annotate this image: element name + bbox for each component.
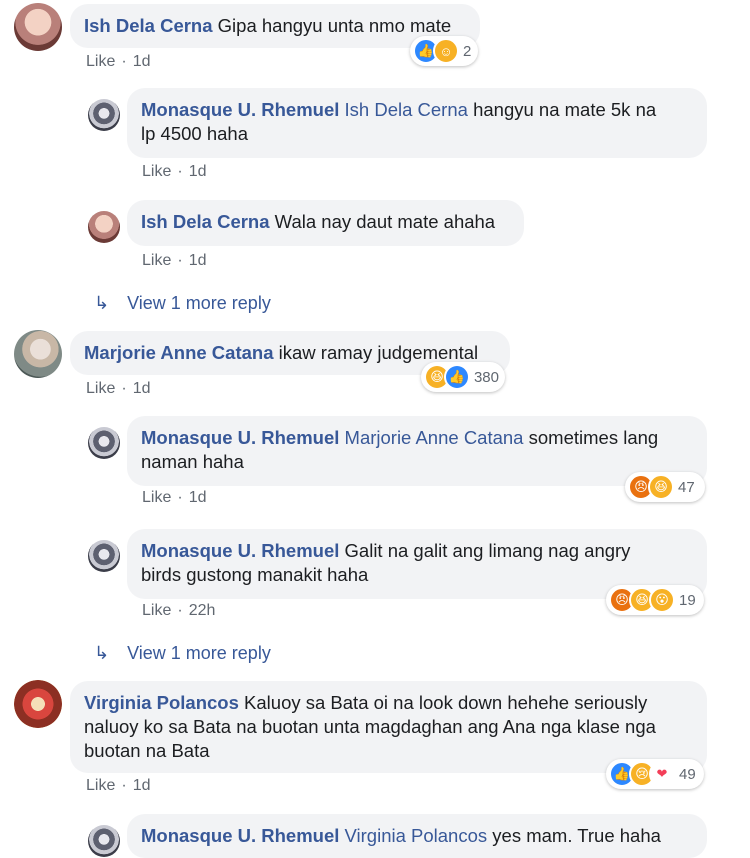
comment-author[interactable]: Monasque U. Rhemuel bbox=[141, 99, 339, 120]
comment-bubble: Ish Dela Cerna Wala nay daut mate ahaha bbox=[127, 200, 524, 246]
reaction-count: 19 bbox=[679, 591, 696, 609]
reply-arrow-icon: ↳ bbox=[94, 643, 110, 663]
view-more-replies[interactable]: ↳ View 1 more reply bbox=[94, 293, 271, 314]
reaction-summary[interactable]: 👍 😢 ❤ 49 bbox=[606, 759, 704, 789]
reaction-summary[interactable]: 👍 ☺ 2 bbox=[410, 36, 478, 66]
comment-meta: Like · 1d bbox=[86, 53, 151, 70]
comment-author[interactable]: Virginia Polancos bbox=[84, 692, 239, 713]
like-link[interactable]: Like bbox=[86, 777, 115, 794]
avatar[interactable] bbox=[14, 680, 62, 728]
comment-text: lp 4500 haha bbox=[141, 123, 248, 144]
comment-text: birds gustong manakit haha bbox=[141, 564, 369, 585]
love-reaction-icon: ❤ bbox=[649, 761, 675, 787]
timestamp[interactable]: 1d bbox=[133, 53, 151, 70]
reaction-count: 49 bbox=[679, 765, 696, 783]
like-link[interactable]: Like bbox=[142, 489, 171, 506]
comment-meta: Like · 1d bbox=[86, 380, 151, 397]
comment-bubble: Virginia Polancos Kaluoy sa Bata oi na l… bbox=[70, 681, 707, 773]
avatar[interactable] bbox=[14, 3, 62, 51]
view-more-label[interactable]: View 1 more reply bbox=[127, 643, 271, 664]
comment-text: Wala nay daut mate ahaha bbox=[274, 211, 496, 232]
mention-link[interactable]: Marjorie Anne Catana bbox=[345, 427, 524, 448]
comment-text: naluoy ko sa Bata na buotan unta magdagh… bbox=[84, 716, 656, 737]
comment-text: sometimes lang bbox=[528, 427, 659, 448]
mention-link[interactable]: Virginia Polancos bbox=[345, 825, 488, 846]
comment-text: hangyu na mate 5k na bbox=[473, 99, 657, 120]
timestamp[interactable]: 22h bbox=[189, 602, 216, 619]
comment-author[interactable]: Ish Dela Cerna bbox=[141, 211, 270, 232]
comment-text: yes mam. True haha bbox=[492, 825, 661, 846]
like-link[interactable]: Like bbox=[142, 163, 171, 180]
timestamp[interactable]: 1d bbox=[133, 777, 151, 794]
reaction-summary[interactable]: 😆 👍 380 bbox=[421, 362, 505, 392]
comment-text: Galit na galit ang limang nag angry bbox=[344, 540, 631, 561]
comment-text: Gipa hangyu unta nmo mate bbox=[217, 15, 452, 36]
avatar[interactable] bbox=[88, 825, 120, 857]
avatar[interactable] bbox=[14, 330, 62, 378]
reaction-count: 2 bbox=[463, 42, 472, 60]
comment-author[interactable]: Monasque U. Rhemuel bbox=[141, 540, 339, 561]
timestamp[interactable]: 1d bbox=[189, 252, 207, 269]
comment-meta: Like · 22h bbox=[142, 602, 216, 619]
view-more-replies[interactable]: ↳ View 1 more reply bbox=[94, 643, 271, 664]
like-link[interactable]: Like bbox=[86, 53, 115, 70]
avatar[interactable] bbox=[88, 211, 120, 243]
haha-reaction-icon: 😆 bbox=[648, 474, 674, 500]
comment-author[interactable]: Marjorie Anne Catana bbox=[84, 342, 274, 363]
comment-text: Kaluoy sa Bata oi na look down hehehe se… bbox=[244, 692, 648, 713]
comment-bubble: Monasque U. Rhemuel Ish Dela Cerna hangy… bbox=[127, 88, 707, 158]
avatar[interactable] bbox=[88, 427, 120, 459]
comment-meta: Like · 1d bbox=[86, 777, 151, 794]
like-link[interactable]: Like bbox=[142, 602, 171, 619]
like-link[interactable]: Like bbox=[142, 252, 171, 269]
reply-arrow-icon: ↳ bbox=[94, 293, 110, 313]
reaction-count: 47 bbox=[678, 478, 695, 496]
timestamp[interactable]: 1d bbox=[189, 163, 207, 180]
comment-text: naman haha bbox=[141, 451, 244, 472]
comment-meta: Like · 1d bbox=[142, 163, 207, 180]
timestamp[interactable]: 1d bbox=[189, 489, 207, 506]
care-reaction-icon: ☺ bbox=[433, 38, 459, 64]
comment-author[interactable]: Ish Dela Cerna bbox=[84, 15, 213, 36]
like-reaction-icon: 👍 bbox=[443, 364, 470, 390]
comment-bubble: Monasque U. Rhemuel Marjorie Anne Catana… bbox=[127, 416, 707, 486]
view-more-label[interactable]: View 1 more reply bbox=[127, 293, 271, 314]
comment-meta: Like · 1d bbox=[142, 489, 207, 506]
wow-reaction-icon: 😮 bbox=[649, 587, 675, 613]
reaction-summary[interactable]: 😠 😆 😮 19 bbox=[606, 585, 704, 615]
reaction-count: 380 bbox=[473, 368, 499, 386]
timestamp[interactable]: 1d bbox=[133, 380, 151, 397]
avatar[interactable] bbox=[88, 99, 120, 131]
avatar[interactable] bbox=[88, 540, 120, 572]
comment-text: buotan na Bata bbox=[84, 740, 210, 761]
comment-bubble: Monasque U. Rhemuel Virginia Polancos ye… bbox=[127, 814, 707, 858]
mention-link[interactable]: Ish Dela Cerna bbox=[345, 99, 468, 120]
comment-author[interactable]: Monasque U. Rhemuel bbox=[141, 427, 339, 448]
like-link[interactable]: Like bbox=[86, 380, 115, 397]
comment-text: ikaw ramay judgemental bbox=[278, 342, 479, 363]
comment-meta: Like · 1d bbox=[142, 252, 207, 269]
reaction-summary[interactable]: 😠 😆 47 bbox=[625, 472, 705, 502]
comment-author[interactable]: Monasque U. Rhemuel bbox=[141, 825, 339, 846]
